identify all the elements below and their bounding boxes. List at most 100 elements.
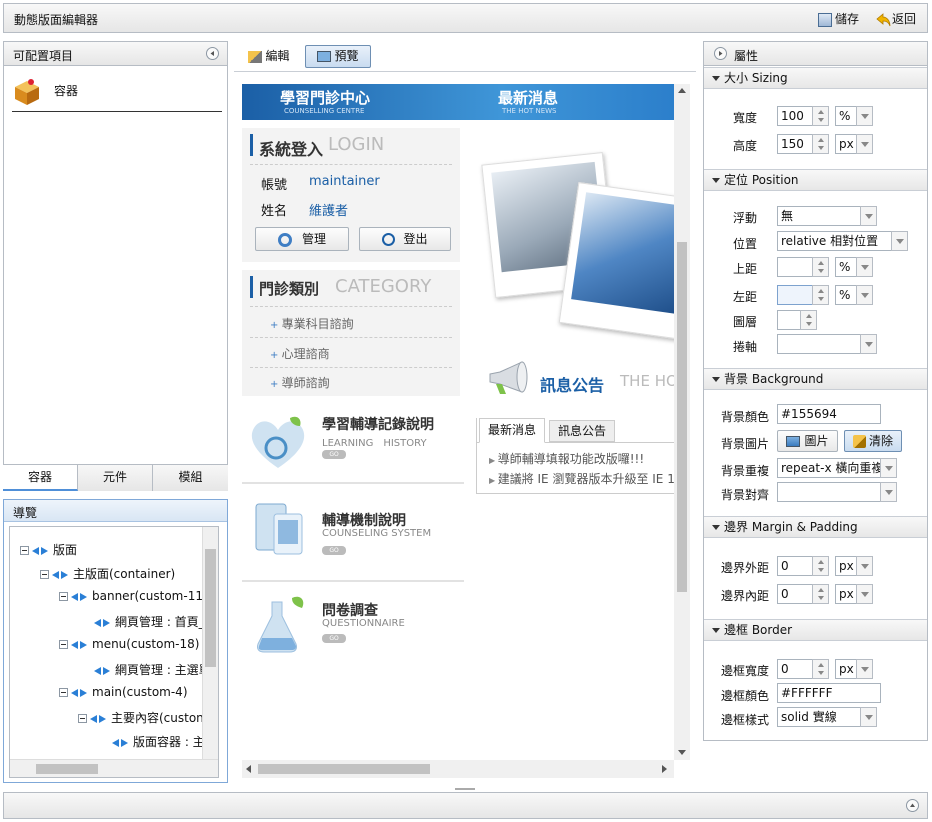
scroll-down-arrow[interactable] xyxy=(678,750,686,755)
margin-unit-select[interactable]: px xyxy=(835,556,857,576)
promo-questionnaire[interactable]: 問卷調查 QUESTIONNAIRE GO xyxy=(242,588,464,668)
bg-position-dropdown[interactable] xyxy=(880,482,897,502)
tab-container[interactable]: 容器 xyxy=(3,465,78,491)
left-stepper[interactable] xyxy=(812,285,829,305)
z-index-input[interactable] xyxy=(777,310,801,330)
notice-item[interactable]: ▶ 建議將 IE 瀏覽器版本升級至 IE 1 xyxy=(489,470,675,487)
category-link[interactable]: + 導師諮詢 xyxy=(270,374,330,391)
preview-vertical-scrollbar[interactable] xyxy=(674,84,690,760)
promo-counseling-system[interactable]: 輔導機制說明 COUNSELING SYSTEM GO xyxy=(242,492,464,582)
width-unit-dropdown[interactable] xyxy=(856,106,873,126)
border-style-select[interactable]: solid 實線 xyxy=(777,707,861,727)
tab-announcements[interactable]: 訊息公告 xyxy=(549,420,615,442)
z-index-stepper[interactable] xyxy=(800,310,817,330)
bg-image-button[interactable]: 圖片 xyxy=(777,430,838,452)
bg-repeat-dropdown[interactable] xyxy=(880,458,897,478)
width-unit-select[interactable]: % xyxy=(835,106,857,126)
position-select[interactable]: relative 相對位置 xyxy=(777,231,892,251)
notice-item[interactable]: ▶ 導師輔導填報功能改版囉!!! xyxy=(489,450,644,467)
height-input[interactable]: 150 xyxy=(777,134,813,154)
width-stepper[interactable] xyxy=(812,106,829,126)
container-item[interactable]: 容器 xyxy=(12,76,222,112)
padding-stepper[interactable] xyxy=(812,584,829,604)
collapse-left-icon[interactable] xyxy=(206,47,219,60)
preview-horizontal-scrollbar[interactable] xyxy=(242,760,674,778)
go-badge[interactable]: GO xyxy=(322,634,346,643)
section-margin-padding[interactable]: 邊界 Margin & Padding xyxy=(704,516,927,538)
collapse-node-icon[interactable] xyxy=(78,714,87,723)
padding-unit-select[interactable]: px xyxy=(835,584,857,604)
height-unit-dropdown[interactable] xyxy=(856,134,873,154)
collapse-node-icon[interactable] xyxy=(59,592,68,601)
margin-input[interactable]: 0 xyxy=(777,556,813,576)
collapse-node-icon[interactable] xyxy=(40,570,49,579)
collapse-node-icon[interactable] xyxy=(59,688,68,697)
tree-node[interactable]: banner(custom-11 xyxy=(59,589,203,603)
margin-unit-dropdown[interactable] xyxy=(856,556,873,576)
tree-node[interactable]: 主要內容(custon xyxy=(78,709,204,726)
top-unit-dropdown[interactable] xyxy=(856,257,873,277)
category-link[interactable]: + 心理諮商 xyxy=(270,345,330,362)
tree-node[interactable]: 版面 xyxy=(20,541,77,558)
float-dropdown[interactable] xyxy=(860,206,877,226)
border-width-input[interactable]: 0 xyxy=(777,659,813,679)
border-width-stepper[interactable] xyxy=(812,659,829,679)
splitter-handle[interactable] xyxy=(455,788,475,790)
tree-node[interactable]: 網頁管理 : 首頁_ xyxy=(94,613,205,630)
tree-vertical-scrollbar[interactable] xyxy=(202,527,218,759)
edit-button[interactable]: 編輯 xyxy=(243,46,295,67)
position-dropdown[interactable] xyxy=(891,231,908,251)
tab-module[interactable]: 模組 xyxy=(153,465,228,491)
bg-clear-button[interactable]: 清除 xyxy=(844,430,902,452)
border-style-dropdown[interactable] xyxy=(860,707,877,727)
expand-bottom-icon[interactable] xyxy=(906,799,919,812)
scroll-thumb[interactable] xyxy=(205,549,216,667)
height-stepper[interactable] xyxy=(812,134,829,154)
tree-node[interactable]: 版面容器 : 主 xyxy=(112,733,205,750)
scroll-thumb[interactable] xyxy=(36,764,98,774)
scroll-thumb[interactable] xyxy=(258,764,430,774)
back-button[interactable]: 返回 xyxy=(876,10,916,28)
border-color-input[interactable]: #FFFFFF xyxy=(777,683,881,703)
logout-button[interactable]: 登出 xyxy=(359,227,451,251)
border-width-unit-dropdown[interactable] xyxy=(856,659,873,679)
collapse-node-icon[interactable] xyxy=(20,546,29,555)
left-unit-select[interactable]: % xyxy=(835,285,857,305)
width-input[interactable]: 100 xyxy=(777,106,813,126)
left-unit-dropdown[interactable] xyxy=(856,285,873,305)
scroll-right-arrow[interactable] xyxy=(662,765,667,773)
scroll-thumb[interactable] xyxy=(677,242,687,592)
overflow-select[interactable] xyxy=(777,334,861,354)
bg-color-input[interactable]: #155694 xyxy=(777,404,881,424)
padding-unit-dropdown[interactable] xyxy=(856,584,873,604)
scroll-left-arrow[interactable] xyxy=(246,765,251,773)
tree-node[interactable]: 網頁管理 : 主選單 xyxy=(94,661,211,678)
bg-repeat-select[interactable]: repeat-x 橫向重複 xyxy=(777,458,881,478)
category-link[interactable]: + 專業科目諮詢 xyxy=(270,315,354,332)
section-sizing[interactable]: 大小 Sizing xyxy=(704,67,927,89)
float-select[interactable]: 無 xyxy=(777,206,861,226)
go-badge[interactable]: GO xyxy=(322,450,346,459)
bg-position-select[interactable] xyxy=(777,482,881,502)
section-background[interactable]: 背景 Background xyxy=(704,368,927,390)
manage-button[interactable]: 管理 xyxy=(255,227,349,251)
preview-button[interactable]: 預覽 xyxy=(305,45,371,68)
section-border[interactable]: 邊框 Border xyxy=(704,619,927,641)
tab-component[interactable]: 元件 xyxy=(78,465,153,491)
expand-properties-icon[interactable] xyxy=(714,47,727,60)
section-position[interactable]: 定位 Position xyxy=(704,169,927,191)
collapse-node-icon[interactable] xyxy=(59,640,68,649)
padding-input[interactable]: 0 xyxy=(777,584,813,604)
height-unit-select[interactable]: px xyxy=(835,134,857,154)
border-width-unit-select[interactable]: px xyxy=(835,659,857,679)
top-stepper[interactable] xyxy=(812,257,829,277)
overflow-dropdown[interactable] xyxy=(860,334,877,354)
top-input[interactable] xyxy=(777,257,813,277)
scroll-up-arrow[interactable] xyxy=(678,88,686,93)
left-input[interactable] xyxy=(777,285,813,305)
tree-node[interactable]: menu(custom-18) xyxy=(59,637,199,651)
go-badge[interactable]: GO xyxy=(322,546,346,555)
save-button[interactable]: 儲存 xyxy=(818,10,859,28)
top-unit-select[interactable]: % xyxy=(835,257,857,277)
margin-stepper[interactable] xyxy=(812,556,829,576)
